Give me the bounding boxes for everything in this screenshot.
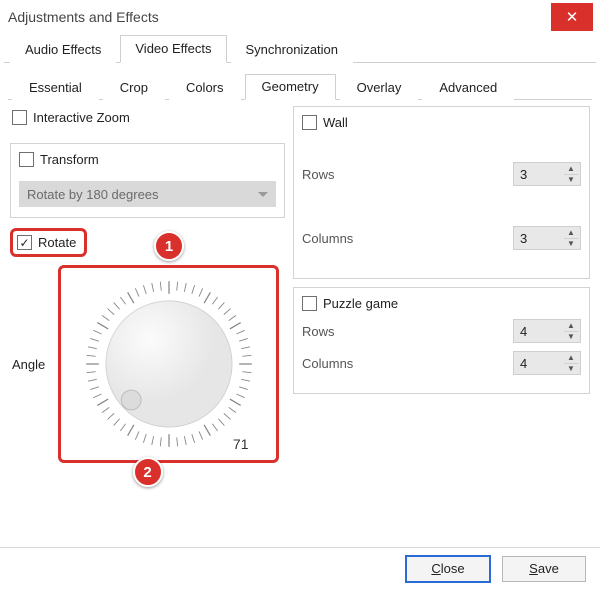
rotate-label: Rotate (38, 235, 76, 250)
chevron-down-icon[interactable]: ▼ (564, 332, 578, 342)
puzzle-cols-spin[interactable]: 4 ▲ ▼ (513, 351, 581, 375)
close-button[interactable]: Close (406, 556, 490, 582)
wall-cols-label: Columns (302, 231, 513, 246)
dialog-footer: Close Save (0, 547, 600, 589)
wall-cols-row: Columns 3 ▲ ▼ (302, 226, 581, 250)
puzzle-rows-spin[interactable]: 4 ▲ ▼ (513, 319, 581, 343)
rotate-body: Angle (10, 261, 285, 473)
window-close-button[interactable]: ✕ (551, 3, 593, 31)
angle-dial[interactable]: 71 (79, 274, 259, 454)
annotation-badge-2: 2 (133, 457, 163, 487)
geometry-right-column: Wall Rows 3 ▲ ▼ Columns 3 (293, 106, 590, 487)
spin-arrows: ▲ ▼ (564, 321, 578, 341)
chevron-up-icon[interactable]: ▲ (564, 353, 578, 364)
rotate-group: Rotate Angle (10, 228, 285, 487)
transform-select[interactable]: Rotate by 180 degrees (19, 181, 276, 207)
angle-label: Angle (12, 357, 54, 372)
geometry-panel: Interactive Zoom Transform Rotate by 180… (8, 100, 592, 487)
transform-group: Transform Rotate by 180 degrees 1 (10, 143, 285, 218)
titlebar: Adjustments and Effects ✕ (0, 0, 600, 34)
chevron-up-icon[interactable]: ▲ (564, 228, 578, 239)
puzzle-group: Puzzle game Rows 4 ▲ ▼ Columns (293, 287, 590, 394)
chevron-down-icon[interactable]: ▼ (564, 364, 578, 374)
puzzle-cols-row: Columns 4 ▲ ▼ (302, 351, 581, 375)
puzzle-rows-row: Rows 4 ▲ ▼ (302, 319, 581, 343)
spin-arrows: ▲ ▼ (564, 353, 578, 373)
wall-checkbox[interactable]: Wall (302, 115, 581, 130)
rotate-checkbox[interactable]: Rotate (10, 228, 87, 257)
tab-audio-effects[interactable]: Audio Effects (10, 36, 116, 63)
transform-label: Transform (40, 152, 99, 167)
tab-overlay[interactable]: Overlay (340, 75, 419, 100)
wall-group: Wall Rows 3 ▲ ▼ Columns 3 (293, 106, 590, 279)
chevron-down-icon[interactable]: ▼ (564, 239, 578, 249)
video-effects-panel: Essential Crop Colors Geometry Overlay A… (0, 63, 600, 487)
wall-rows-spin[interactable]: 3 ▲ ▼ (513, 162, 581, 186)
puzzle-rows-value: 4 (520, 324, 527, 339)
puzzle-cols-value: 4 (520, 356, 527, 371)
tab-colors[interactable]: Colors (169, 75, 241, 100)
checkbox-icon (17, 235, 32, 250)
puzzle-rows-label: Rows (302, 324, 513, 339)
save-button[interactable]: Save (502, 556, 586, 582)
tab-synchronization[interactable]: Synchronization (231, 36, 354, 63)
spin-arrows: ▲ ▼ (564, 164, 578, 184)
transform-checkbox[interactable]: Transform (19, 152, 276, 167)
tab-advanced[interactable]: Advanced (422, 75, 514, 100)
wall-cols-spin[interactable]: 3 ▲ ▼ (513, 226, 581, 250)
wall-rows-row: Rows 3 ▲ ▼ (302, 162, 581, 186)
checkbox-icon (302, 296, 317, 311)
angle-value: 71 (233, 436, 249, 452)
chevron-up-icon[interactable]: ▲ (564, 321, 578, 332)
close-icon: ✕ (566, 8, 579, 26)
wall-rows-label: Rows (302, 167, 513, 182)
puzzle-cols-label: Columns (302, 356, 513, 371)
wall-rows-value: 3 (520, 167, 527, 182)
wall-cols-value: 3 (520, 231, 527, 246)
interactive-zoom-checkbox[interactable]: Interactive Zoom (12, 110, 283, 125)
checkbox-icon (19, 152, 34, 167)
checkbox-icon (12, 110, 27, 125)
chevron-down-icon[interactable]: ▼ (564, 175, 578, 185)
tab-essential[interactable]: Essential (12, 75, 99, 100)
interactive-zoom-label: Interactive Zoom (33, 110, 130, 125)
main-tab-strip: Audio Effects Video Effects Synchronizat… (4, 34, 596, 63)
spin-arrows: ▲ ▼ (564, 228, 578, 248)
interactive-zoom-group: Interactive Zoom (10, 106, 285, 135)
wall-label: Wall (323, 115, 348, 130)
tab-video-effects[interactable]: Video Effects (120, 35, 226, 63)
transform-select-value: Rotate by 180 degrees (27, 187, 159, 202)
checkbox-icon (302, 115, 317, 130)
annotation-badge-2-wrap: 2 (10, 457, 285, 487)
geometry-left-column: Interactive Zoom Transform Rotate by 180… (10, 106, 285, 487)
window-title: Adjustments and Effects (8, 9, 159, 25)
tab-crop[interactable]: Crop (103, 75, 165, 100)
chevron-up-icon[interactable]: ▲ (564, 164, 578, 175)
puzzle-label: Puzzle game (323, 296, 398, 311)
sub-tab-strip: Essential Crop Colors Geometry Overlay A… (8, 73, 592, 100)
puzzle-checkbox[interactable]: Puzzle game (302, 296, 581, 311)
angle-dial-box: 71 (58, 265, 279, 463)
tab-geometry[interactable]: Geometry (245, 74, 336, 100)
